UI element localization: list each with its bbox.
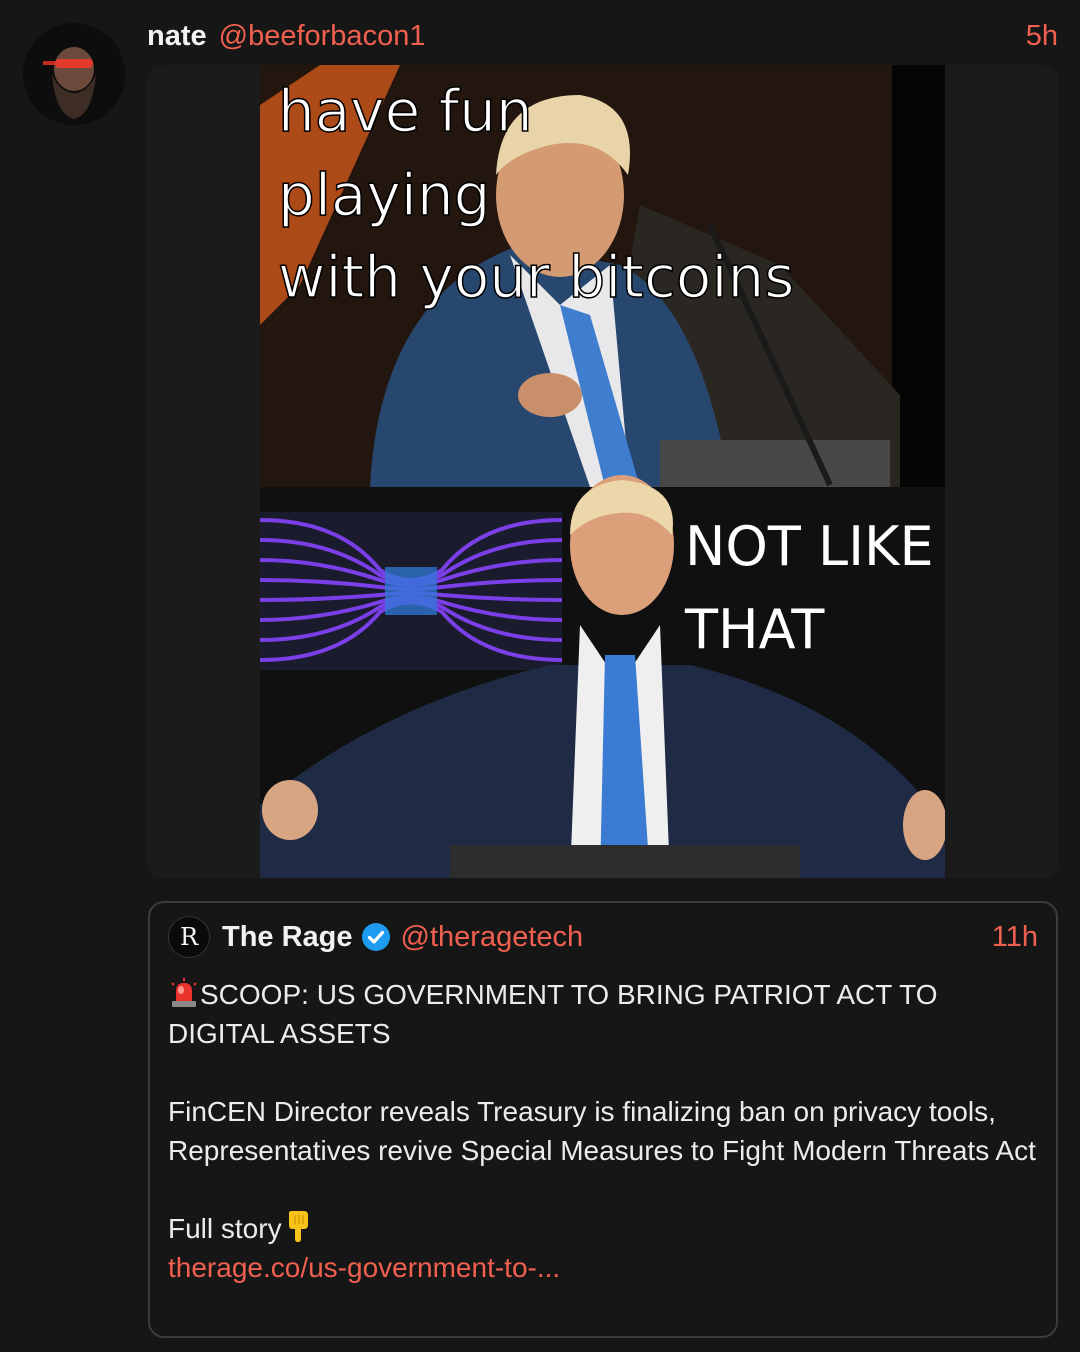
meme-top-line-1: have fun — [278, 77, 533, 145]
author-name[interactable]: nate — [147, 20, 207, 53]
meme-bottom-line-1: NOT LIKE — [685, 515, 934, 578]
quoted-post-card[interactable]: R The Rage @theragetech 11h SCOOP: US GO… — [148, 901, 1058, 1338]
meme-top-line-2: playing — [278, 161, 491, 229]
author-avatar[interactable] — [23, 23, 125, 125]
full-story-label: Full story — [168, 1213, 282, 1244]
post-media[interactable]: have fun playing with your bitcoins NOT … — [147, 65, 1058, 878]
quoted-author-name[interactable]: The Rage — [222, 921, 353, 954]
pointing-down-emoji-icon — [288, 1211, 308, 1242]
quoted-author-handle[interactable]: @theragetech — [401, 921, 584, 954]
meme-image: have fun playing with your bitcoins NOT … — [260, 65, 945, 878]
meme-bottom-line-2: THAT — [684, 598, 825, 661]
quoted-body-text: FinCEN Director reveals Treasury is fina… — [168, 1096, 1036, 1166]
meme-top-line-3: with your bitcoins — [278, 243, 794, 311]
author-handle[interactable]: @beeforbacon1 — [219, 20, 426, 53]
quoted-post-body: SCOOP: US GOVERNMENT TO BRING PATRIOT AC… — [168, 975, 1040, 1287]
siren-emoji-icon — [171, 978, 197, 1007]
quoted-link[interactable]: therage.co/us-government-to-... — [168, 1252, 560, 1283]
post-timestamp[interactable]: 5h — [1026, 20, 1058, 53]
post-header: nate @beeforbacon1 5h — [147, 16, 1058, 56]
quoted-headline: SCOOP: US GOVERNMENT TO BRING PATRIOT AC… — [168, 979, 938, 1049]
quoted-post-timestamp[interactable]: 11h — [992, 921, 1038, 954]
verified-badge-icon — [361, 923, 390, 951]
quoted-post-header: R The Rage @theragetech 11h — [168, 915, 1038, 959]
quoted-author-avatar[interactable]: R — [168, 916, 210, 958]
